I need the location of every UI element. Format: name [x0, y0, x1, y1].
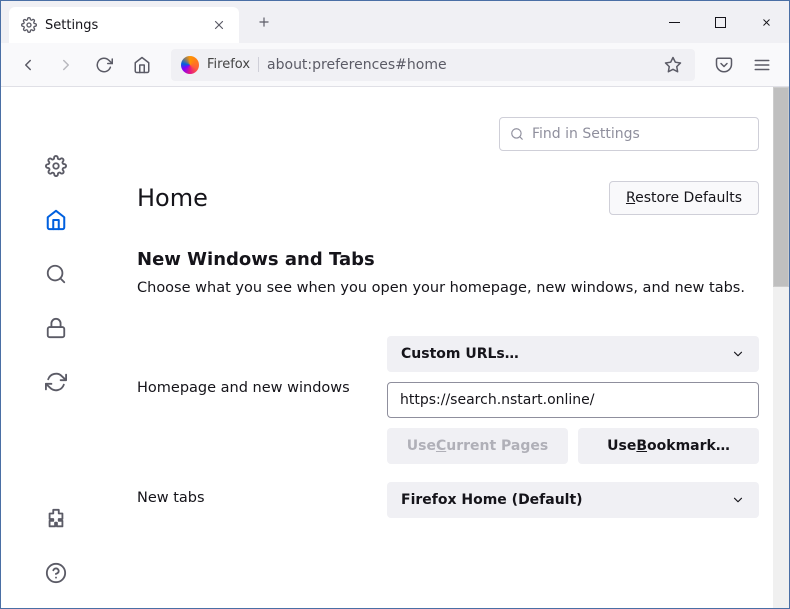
reload-button[interactable]	[87, 50, 121, 80]
use-bookmark-button[interactable]: Use Bookmark…	[578, 428, 759, 464]
sidebar-item-privacy[interactable]	[37, 309, 75, 347]
newtabs-mode-value: Firefox Home (Default)	[401, 492, 583, 508]
vertical-scrollbar[interactable]	[773, 87, 789, 608]
title-bar: Settings	[1, 1, 789, 43]
search-placeholder: Find in Settings	[532, 126, 640, 142]
pocket-button[interactable]	[707, 50, 741, 80]
homepage-mode-value: Custom URLs…	[401, 346, 519, 362]
navigation-toolbar: Firefox about:preferences#home	[1, 43, 789, 87]
section-title-new-windows: New Windows and Tabs	[137, 249, 759, 270]
gear-icon	[21, 17, 37, 33]
search-icon	[510, 127, 524, 141]
chevron-down-icon	[731, 493, 745, 507]
url-identity-label: Firefox	[207, 57, 259, 72]
sidebar-item-general[interactable]	[37, 147, 75, 185]
page-title: Home	[137, 184, 208, 212]
homepage-label: Homepage and new windows	[137, 336, 367, 396]
url-identity: Firefox	[181, 56, 259, 74]
forward-button	[49, 50, 83, 80]
sidebar-item-search[interactable]	[37, 255, 75, 293]
sidebar-item-home[interactable]	[37, 201, 75, 239]
homepage-url-input[interactable]	[387, 382, 759, 418]
settings-main: Find in Settings Home Restore Defaults N…	[111, 87, 789, 608]
newtabs-label: New tabs	[137, 482, 367, 506]
restore-defaults-button[interactable]: Restore Defaults	[609, 181, 759, 215]
sidebar-item-sync[interactable]	[37, 363, 75, 401]
menu-button[interactable]	[745, 50, 779, 80]
sidebar-item-extensions[interactable]	[37, 500, 75, 538]
minimize-button[interactable]	[651, 1, 697, 43]
settings-sidebar	[1, 87, 111, 608]
home-button[interactable]	[125, 50, 159, 80]
tab-title: Settings	[45, 18, 203, 33]
content-area: Find in Settings Home Restore Defaults N…	[1, 87, 789, 608]
sidebar-item-help[interactable]	[37, 554, 75, 592]
window-controls	[651, 1, 789, 43]
settings-search-input[interactable]: Find in Settings	[499, 117, 759, 151]
chevron-down-icon	[731, 347, 745, 361]
section-description: Choose what you see when you open your h…	[137, 280, 759, 296]
close-icon[interactable]	[211, 17, 227, 33]
bookmark-star-icon[interactable]	[661, 56, 685, 74]
new-tab-button[interactable]	[249, 7, 279, 37]
scrollbar-thumb[interactable]	[773, 87, 789, 287]
browser-tab[interactable]: Settings	[9, 7, 239, 43]
maximize-button[interactable]	[697, 1, 743, 43]
url-text: about:preferences#home	[267, 57, 653, 73]
firefox-logo-icon	[181, 56, 199, 74]
use-current-pages-button: Use Current Pages	[387, 428, 568, 464]
url-bar[interactable]: Firefox about:preferences#home	[171, 49, 695, 81]
back-button[interactable]	[11, 50, 45, 80]
homepage-mode-select[interactable]: Custom URLs…	[387, 336, 759, 372]
newtabs-mode-select[interactable]: Firefox Home (Default)	[387, 482, 759, 518]
close-button[interactable]	[743, 1, 789, 43]
